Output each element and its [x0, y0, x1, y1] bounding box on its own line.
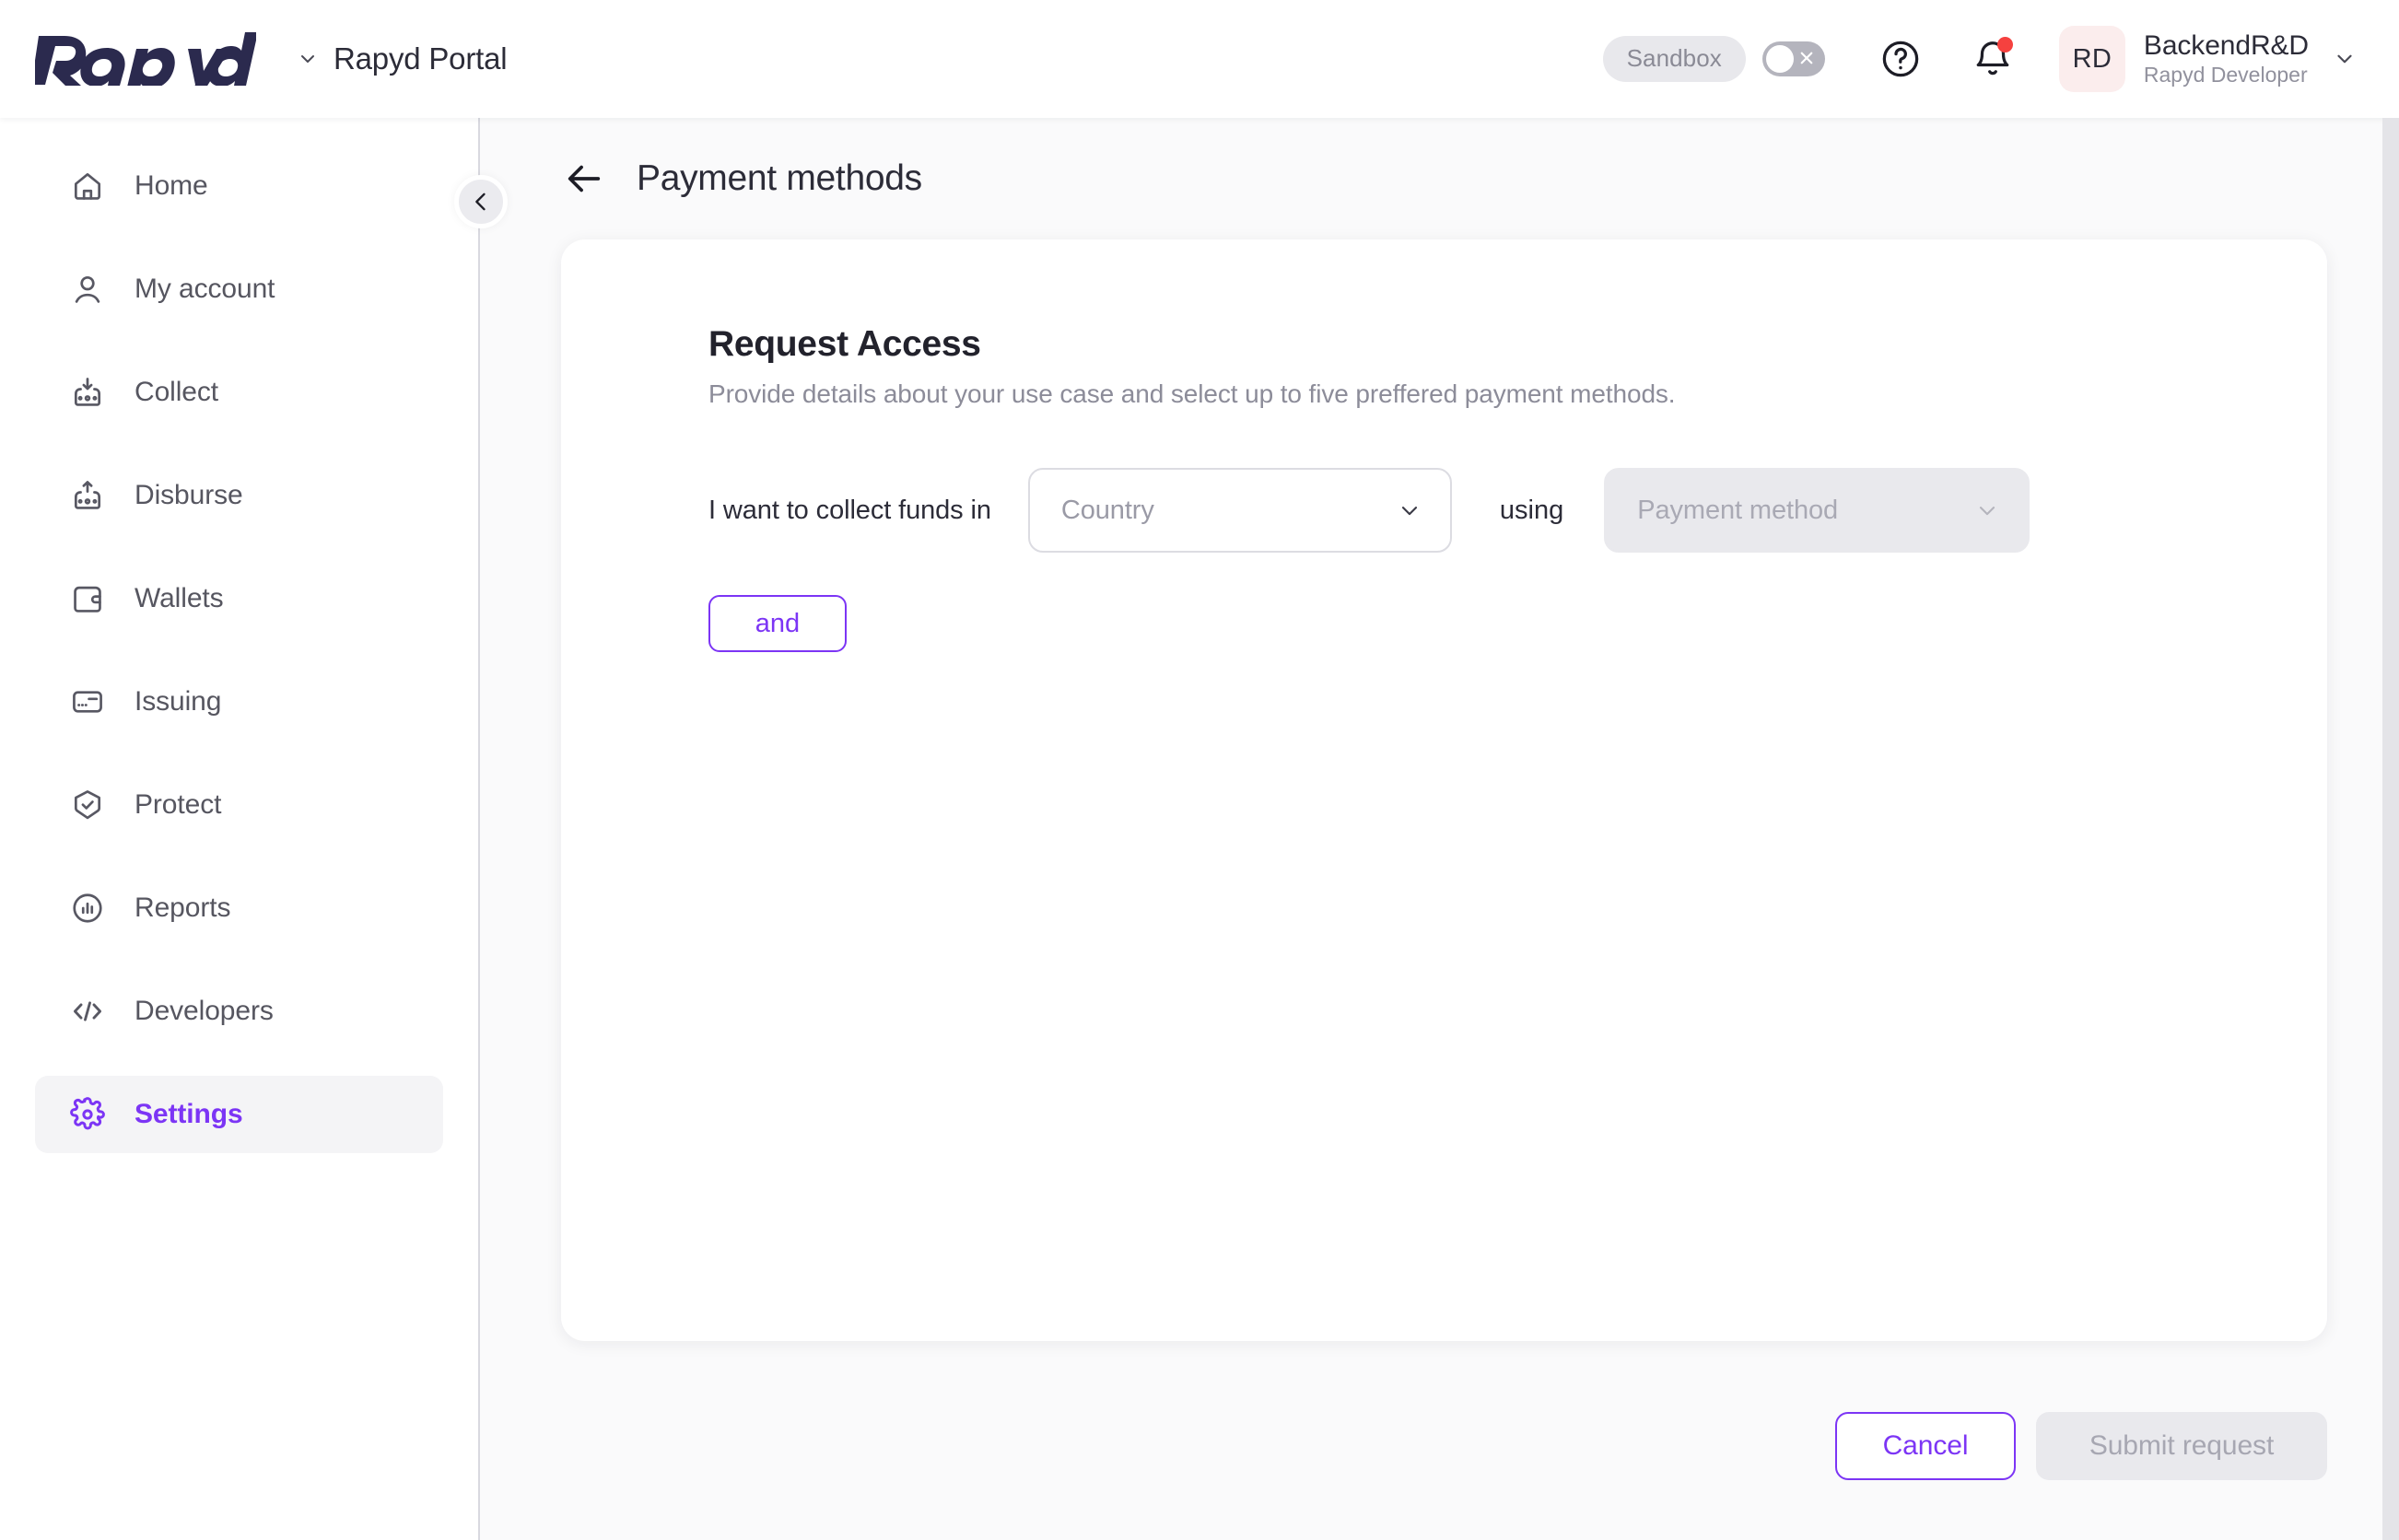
chevron-down-icon	[2333, 47, 2357, 71]
back-button[interactable]	[563, 158, 605, 200]
header-actions: Sandbox RD BackendR&D Rapyd Developer	[1602, 26, 2357, 92]
close-icon	[1800, 52, 1813, 64]
add-condition-and-button[interactable]: and	[708, 595, 847, 652]
arrow-left-icon	[568, 165, 601, 192]
gear-icon	[68, 1095, 107, 1134]
sidebar-item-label: Collect	[135, 377, 218, 407]
chevron-left-icon	[475, 192, 486, 211]
wallet-icon	[68, 579, 107, 618]
chevron-down-icon	[297, 48, 319, 70]
shield-check-icon	[68, 786, 107, 824]
sidebar-item-label: Reports	[135, 892, 231, 923]
rapyd-logo[interactable]	[35, 30, 265, 88]
code-brackets-icon	[68, 992, 107, 1031]
toggle-knob	[1765, 45, 1794, 73]
portal-switcher[interactable]: Rapyd Portal	[297, 41, 508, 76]
sidebar: Home My account Collect Disburse Wallets…	[0, 118, 480, 1540]
page-header: Payment methods	[480, 118, 2382, 239]
cancel-button[interactable]: Cancel	[1835, 1412, 2016, 1480]
question-circle-icon	[1882, 41, 1919, 77]
sidebar-item-reports[interactable]: Reports	[35, 869, 443, 947]
top-header: Rapyd Portal Sandbox RD BackendR&D Rapyd…	[0, 0, 2399, 118]
disburse-arrow-up-icon	[68, 476, 107, 515]
request-access-card: Request Access Provide details about you…	[561, 239, 2327, 1341]
chevron-down-icon	[1397, 497, 1422, 523]
user-name: BackendR&D	[2143, 30, 2309, 62]
sidebar-item-home[interactable]: Home	[35, 147, 443, 225]
sidebar-item-label: Home	[135, 170, 208, 201]
sidebar-item-disburse[interactable]: Disburse	[35, 457, 443, 534]
user-meta: BackendR&D Rapyd Developer	[2144, 30, 2309, 87]
vertical-scrollbar[interactable]	[2382, 118, 2399, 1540]
user-role: Rapyd Developer	[2143, 62, 2308, 87]
sidebar-item-label: Developers	[135, 996, 274, 1026]
main-content: Payment methods Request Access Provide d…	[480, 118, 2382, 1540]
card-title: Request Access	[708, 324, 981, 364]
country-select-value: Country	[1060, 495, 1154, 525]
portal-name: Rapyd Portal	[334, 41, 508, 76]
environment-badge: Sandbox	[1602, 36, 1746, 82]
chevron-down-icon	[1974, 497, 2000, 523]
sidebar-item-label: Settings	[135, 1099, 243, 1129]
environment-switcher[interactable]: Sandbox	[1602, 36, 1825, 82]
sidebar-item-label: Wallets	[135, 583, 224, 613]
user-menu[interactable]: RD BackendR&D Rapyd Developer	[2058, 26, 2357, 92]
notification-badge-dot	[1996, 37, 2013, 52]
sidebar-item-protect[interactable]: Protect	[35, 766, 443, 844]
collect-arrow-down-icon	[68, 373, 107, 412]
avatar: RD	[2058, 26, 2125, 92]
rule-row: I want to collect funds in Country using…	[708, 468, 2327, 553]
page-title: Payment methods	[637, 158, 922, 198]
sidebar-collapse-button[interactable]	[454, 175, 508, 228]
sidebar-item-my-account[interactable]: My account	[35, 251, 443, 328]
sidebar-item-developers[interactable]: Developers	[35, 973, 443, 1050]
sidebar-item-issuing[interactable]: Issuing	[35, 663, 443, 741]
sidebar-item-label: Disburse	[135, 480, 243, 510]
submit-request-button[interactable]: Submit request	[2036, 1412, 2327, 1480]
notifications-button[interactable]	[1967, 33, 2019, 85]
footer-actions: Cancel Submit request	[480, 1352, 2382, 1540]
country-select[interactable]: Country	[1027, 468, 1452, 553]
sidebar-item-label: My account	[135, 274, 275, 304]
rule-prefix-label: I want to collect funds in	[708, 495, 991, 525]
sidebar-item-label: Protect	[135, 789, 222, 820]
user-icon	[68, 270, 107, 309]
sidebar-item-settings[interactable]: Settings	[35, 1076, 443, 1153]
card-subtitle: Provide details about your use case and …	[708, 379, 1676, 408]
payment-method-select-value: Payment method	[1637, 495, 1839, 525]
help-button[interactable]	[1875, 33, 1926, 85]
sidebar-item-wallets[interactable]: Wallets	[35, 560, 443, 637]
sidebar-item-collect[interactable]: Collect	[35, 354, 443, 431]
sidebar-item-label: Issuing	[135, 686, 222, 717]
card-icon	[68, 682, 107, 721]
app-root: Rapyd Portal Sandbox RD BackendR&D Rapyd…	[0, 0, 2399, 1540]
home-icon	[68, 167, 107, 205]
chart-circle-icon	[68, 889, 107, 928]
environment-toggle[interactable]	[1761, 41, 1825, 76]
rule-middle-label: using	[1499, 495, 1564, 525]
payment-method-select[interactable]: Payment method	[1604, 468, 2030, 553]
